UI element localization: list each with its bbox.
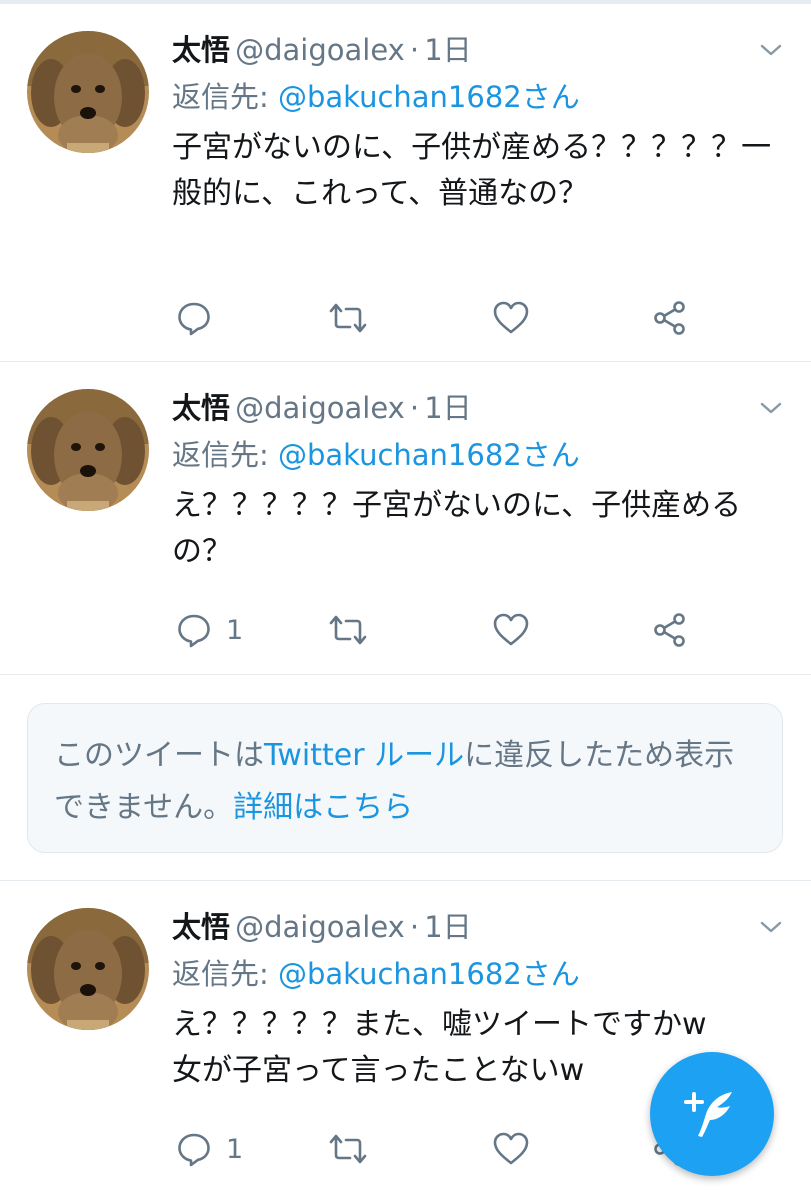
timestamp[interactable]: 1日 bbox=[424, 910, 471, 944]
tweet[interactable]: 太悟 @daigoalex · 1日 返信先: @bakuchan1682さん … bbox=[0, 4, 811, 362]
withheld-tweet-notice: このツイートはTwitter ルールに違反したため表示できません。詳細はこちら bbox=[27, 703, 783, 853]
tweet-actions bbox=[172, 296, 772, 340]
user-handle[interactable]: @daigoalex bbox=[235, 391, 405, 425]
share-button[interactable] bbox=[652, 608, 688, 652]
share-icon bbox=[654, 301, 685, 335]
tweet-actions: 1 bbox=[172, 608, 772, 652]
avatar[interactable] bbox=[27, 389, 149, 511]
retweet-button[interactable] bbox=[328, 296, 368, 340]
like-button[interactable] bbox=[492, 296, 530, 340]
reply-to-line: 返信先: @bakuchan1682さん bbox=[172, 954, 580, 994]
dog-avatar-image bbox=[27, 31, 149, 153]
share-button[interactable] bbox=[652, 296, 688, 340]
reply-count: 1 bbox=[226, 614, 244, 646]
retweet-button[interactable] bbox=[328, 608, 368, 652]
chevron-down-icon[interactable] bbox=[759, 396, 783, 420]
reply-icon bbox=[178, 1133, 210, 1167]
compose-feather-icon bbox=[684, 1092, 732, 1137]
display-name[interactable]: 太悟 bbox=[172, 910, 230, 944]
learn-more-link[interactable]: 詳細はこちら bbox=[233, 790, 413, 825]
share-icon bbox=[654, 613, 685, 647]
dog-avatar-image bbox=[27, 908, 149, 1030]
like-icon bbox=[493, 613, 529, 646]
compose-tweet-button[interactable] bbox=[650, 1052, 774, 1176]
timeline: 太悟 @daigoalex · 1日 返信先: @bakuchan1682さん … bbox=[0, 0, 811, 1200]
notice-text: このツイートは bbox=[54, 738, 264, 773]
chevron-down-icon[interactable] bbox=[759, 915, 783, 939]
reply-to-mention[interactable]: @bakuchan1682さん bbox=[278, 957, 580, 991]
user-handle[interactable]: @daigoalex bbox=[235, 910, 405, 944]
chevron-down-icon[interactable] bbox=[759, 38, 783, 62]
avatar[interactable] bbox=[27, 908, 149, 1030]
twitter-rules-link[interactable]: Twitter ルール bbox=[264, 738, 464, 773]
tweet[interactable]: 太悟 @daigoalex · 1日 返信先: @bakuchan1682さん … bbox=[0, 362, 811, 675]
retweet-icon bbox=[329, 303, 367, 333]
reply-to-line: 返信先: @bakuchan1682さん bbox=[172, 435, 580, 475]
retweet-icon bbox=[329, 615, 367, 645]
retweet-icon bbox=[329, 1134, 367, 1164]
display-name[interactable]: 太悟 bbox=[172, 391, 230, 425]
separator-dot: · bbox=[409, 33, 420, 67]
dog-avatar-image bbox=[27, 389, 149, 511]
timestamp[interactable]: 1日 bbox=[424, 33, 471, 67]
tweet-text: 子宮がないのに、子供が産める？？？？？一般的に、これって、普通なの？ bbox=[172, 130, 772, 211]
retweet-button[interactable] bbox=[328, 1127, 368, 1171]
reply-to-line: 返信先: @bakuchan1682さん bbox=[172, 77, 580, 117]
tweet-text: え？？？？？子宮がないのに、子供産めるの？ bbox=[172, 488, 742, 569]
like-button[interactable] bbox=[492, 1127, 530, 1171]
reply-to-mention[interactable]: @bakuchan1682さん bbox=[278, 80, 580, 114]
timestamp[interactable]: 1日 bbox=[424, 391, 471, 425]
reply-to-label: 返信先: bbox=[172, 957, 278, 991]
reply-icon bbox=[178, 614, 210, 648]
separator-dot: · bbox=[409, 391, 420, 425]
like-icon bbox=[493, 1132, 529, 1165]
reply-button[interactable] bbox=[176, 296, 226, 340]
reply-button[interactable]: 1 bbox=[176, 1127, 243, 1171]
like-icon bbox=[493, 301, 529, 334]
avatar[interactable] bbox=[27, 31, 149, 153]
tweet-header: 太悟 @daigoalex · 1日 bbox=[172, 907, 472, 947]
tweet-header: 太悟 @daigoalex · 1日 bbox=[172, 388, 472, 428]
reply-button[interactable]: 1 bbox=[176, 608, 243, 652]
reply-to-label: 返信先: bbox=[172, 438, 278, 472]
tweet-text-line: え？？？？？また、嘘ツイートですかw bbox=[172, 1007, 707, 1042]
reply-to-mention[interactable]: @bakuchan1682さん bbox=[278, 438, 580, 472]
reply-count: 1 bbox=[226, 1133, 244, 1165]
tweet-header: 太悟 @daigoalex · 1日 bbox=[172, 30, 472, 70]
user-handle[interactable]: @daigoalex bbox=[235, 33, 405, 67]
reply-icon bbox=[178, 302, 210, 336]
display-name[interactable]: 太悟 bbox=[172, 33, 230, 67]
reply-to-label: 返信先: bbox=[172, 80, 278, 114]
separator-dot: · bbox=[409, 910, 420, 944]
like-button[interactable] bbox=[492, 608, 530, 652]
